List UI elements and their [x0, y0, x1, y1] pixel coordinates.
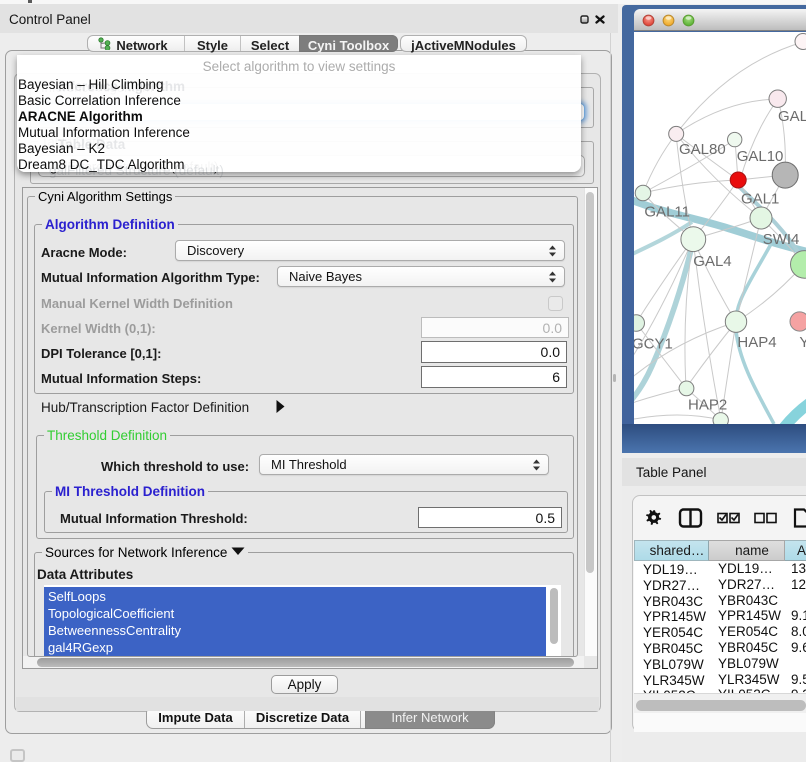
svg-text:GCY1: GCY1: [634, 336, 673, 353]
svg-text:GAL7: GAL7: [778, 108, 806, 125]
svg-text:GAL11: GAL11: [644, 204, 690, 221]
svg-text:HAP4: HAP4: [737, 334, 776, 351]
svg-text:GAL10: GAL10: [737, 148, 784, 165]
svg-text:GAL1: GAL1: [741, 191, 779, 208]
svg-text:HAP2: HAP2: [688, 397, 727, 414]
svg-text:SWI4: SWI4: [763, 231, 800, 248]
svg-text:GAL4: GAL4: [693, 253, 731, 270]
svg-text:YJ: YJ: [799, 334, 806, 351]
svg-text:GAL80: GAL80: [679, 141, 726, 158]
